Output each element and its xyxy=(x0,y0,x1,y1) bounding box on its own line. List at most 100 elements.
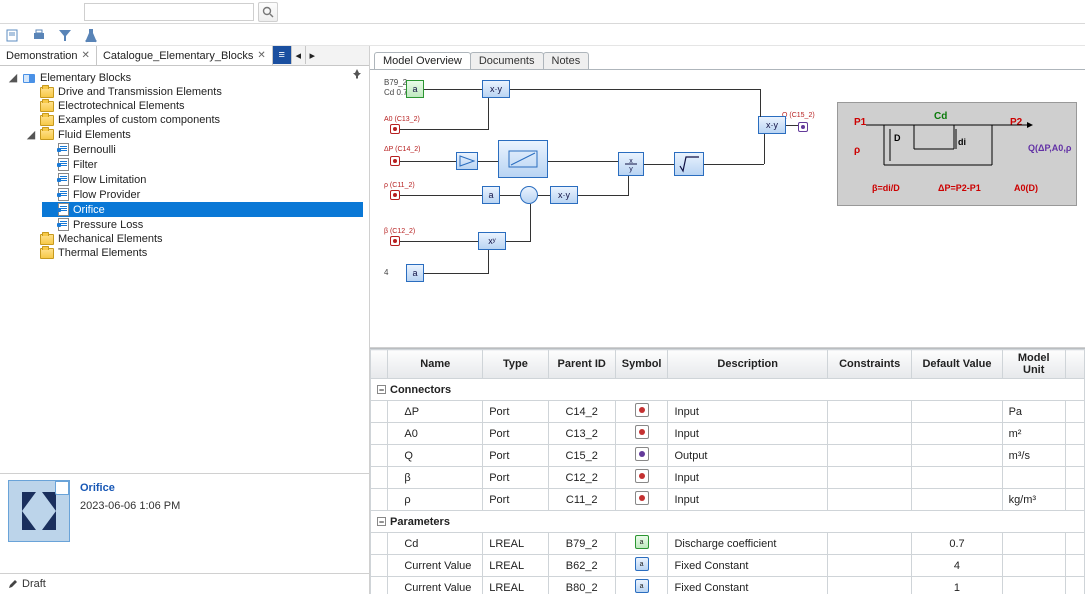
node-label: Thermal Elements xyxy=(58,247,147,259)
cd-value-label: Cd 0.7 xyxy=(384,88,408,97)
collapse-icon[interactable]: − xyxy=(377,385,386,394)
table-row[interactable]: A0 Port C13_2 Input m² xyxy=(371,423,1085,445)
table-row[interactable]: Q Port C15_2 Output m³/s xyxy=(371,445,1085,467)
table-header: Name Type Parent ID Symbol Description C… xyxy=(371,350,1085,379)
node-bernoulli[interactable]: Bernoulli xyxy=(42,142,363,157)
block-mul1[interactable]: x·y xyxy=(482,80,510,98)
tab-label: Documents xyxy=(479,55,535,67)
catalogue-tree: ◢ Elementary Blocks Drive and Transmissi… xyxy=(6,70,363,260)
doc-icon xyxy=(58,158,69,171)
node-flowlim[interactable]: Flow Limitation xyxy=(42,172,363,187)
tab-documents[interactable]: Documents xyxy=(470,52,544,69)
node-label: Flow Provider xyxy=(73,189,140,201)
preview-thumbnail[interactable] xyxy=(8,480,70,542)
folder-icon xyxy=(40,101,54,112)
search-icon xyxy=(262,6,274,18)
table-row[interactable]: β Port C12_2 Input xyxy=(371,467,1085,489)
col-description[interactable]: Description xyxy=(668,350,827,379)
node-drive[interactable]: Drive and Transmission Elements xyxy=(24,85,363,99)
node-label: Fluid Elements xyxy=(58,129,131,141)
tree-root[interactable]: ◢ Elementary Blocks xyxy=(6,70,363,85)
col-unit[interactable]: Model Unit xyxy=(1002,350,1065,379)
node-mech[interactable]: Mechanical Elements xyxy=(24,232,363,246)
svg-text:D: D xyxy=(894,133,901,143)
port-a0[interactable] xyxy=(390,124,400,134)
new-icon[interactable] xyxy=(4,26,22,44)
search-input[interactable] xyxy=(84,3,254,21)
node-thermal[interactable]: Thermal Elements xyxy=(24,246,363,260)
block-const-a[interactable]: a xyxy=(482,186,500,204)
port-beta[interactable] xyxy=(390,236,400,246)
right-tabs: Model Overview Documents Notes xyxy=(370,48,1085,70)
group-row[interactable]: −Connectors xyxy=(371,379,1085,401)
block-mul2[interactable]: x·y xyxy=(550,186,578,204)
pin-icon[interactable] xyxy=(351,68,365,82)
dp-port-label: ΔP (C14_2) xyxy=(384,146,420,153)
table-row[interactable]: Cd LREAL B79_2 a Discharge coefficient 0… xyxy=(371,533,1085,555)
node-label: Bernoulli xyxy=(73,144,116,156)
preview-panel: Orifice 2023-06-06 1:06 PM xyxy=(0,474,369,574)
f-cd: Cd xyxy=(934,111,947,122)
tab-catalogue[interactable]: Catalogue_Elementary_Blocks ✕ xyxy=(97,46,273,65)
node-electro[interactable]: Electrotechnical Elements xyxy=(24,99,363,113)
scroll-right-icon[interactable]: ▸ xyxy=(305,46,319,64)
zoom-icon[interactable] xyxy=(55,481,69,495)
node-filter[interactable]: Filter xyxy=(42,157,363,172)
collapse-icon[interactable]: − xyxy=(377,517,386,526)
diagram-canvas[interactable]: B79_2 Cd 0.7 A0 (C13_2) ΔP (C14_2) ρ (C1… xyxy=(370,70,1085,348)
group-row[interactable]: −Parameters xyxy=(371,511,1085,533)
port-rho[interactable] xyxy=(390,190,400,200)
block-transfer[interactable] xyxy=(498,140,548,178)
block-mul3[interactable]: x·y xyxy=(758,116,786,134)
block-summing[interactable] xyxy=(520,186,538,204)
node-label: Electrotechnical Elements xyxy=(58,100,185,112)
col-default[interactable]: Default Value xyxy=(912,350,1002,379)
flask-icon[interactable] xyxy=(82,26,100,44)
doc-icon xyxy=(58,188,69,201)
node-ploss[interactable]: Pressure Loss xyxy=(42,217,363,232)
block-sqrt[interactable] xyxy=(674,152,704,176)
param-icon: a xyxy=(635,579,649,593)
node-flowprov[interactable]: Flow Provider xyxy=(42,187,363,202)
svg-text:Q(ΔP,A0,ρ,β): Q(ΔP,A0,ρ,β) xyxy=(1028,143,1072,153)
col-symbol[interactable]: Symbol xyxy=(615,350,668,379)
orifice-icon xyxy=(16,488,62,534)
node-examples[interactable]: Examples of custom components xyxy=(24,113,363,127)
node-label: Mechanical Elements xyxy=(58,233,163,245)
svg-text:di: di xyxy=(958,137,966,147)
top-toolbar xyxy=(0,0,1085,24)
table-row[interactable]: ΔP Port C14_2 Input Pa xyxy=(371,401,1085,423)
table-row[interactable]: Current Value LREAL B80_2 a Fixed Consta… xyxy=(371,577,1085,594)
scroll-left-icon[interactable]: ◂ xyxy=(291,46,305,64)
block-gain[interactable] xyxy=(456,152,478,170)
f-p2: P2 xyxy=(1010,117,1023,128)
col-constraints[interactable]: Constraints xyxy=(827,350,911,379)
beta-port-label: β (C12_2) xyxy=(384,228,415,235)
port-icon xyxy=(635,403,649,417)
table-row[interactable]: Current Value LREAL B62_2 a Fixed Consta… xyxy=(371,555,1085,577)
port-q[interactable] xyxy=(798,122,808,132)
a0-port-label: A0 (C13_2) xyxy=(384,116,420,123)
node-fluid[interactable]: ◢Fluid Elements xyxy=(24,127,363,142)
node-orifice[interactable]: Orifice xyxy=(42,202,363,217)
close-icon[interactable]: ✕ xyxy=(82,50,90,61)
block-const4[interactable]: a xyxy=(406,264,424,282)
print-icon[interactable] xyxy=(30,26,48,44)
port-dp[interactable] xyxy=(390,156,400,166)
block-cd-source[interactable]: a xyxy=(406,80,424,98)
block-divide[interactable]: xy xyxy=(618,152,644,176)
action-toolbar xyxy=(0,24,1085,46)
tab-demonstration[interactable]: Demonstration ✕ xyxy=(0,46,97,65)
close-icon[interactable]: ✕ xyxy=(257,50,265,61)
col-name[interactable]: Name xyxy=(388,350,483,379)
table-row[interactable]: ρ Port C11_2 Input kg/m³ xyxy=(371,489,1085,511)
filter-icon[interactable] xyxy=(56,26,74,44)
col-parentid[interactable]: Parent ID xyxy=(548,350,615,379)
search-button[interactable] xyxy=(258,2,278,22)
tab-model-overview[interactable]: Model Overview xyxy=(374,52,471,69)
col-type[interactable]: Type xyxy=(483,350,548,379)
block-power[interactable]: xʸ xyxy=(478,232,506,250)
view-icon[interactable]: ≡ xyxy=(273,46,291,64)
folder-icon xyxy=(40,129,54,140)
tab-notes[interactable]: Notes xyxy=(543,52,590,69)
